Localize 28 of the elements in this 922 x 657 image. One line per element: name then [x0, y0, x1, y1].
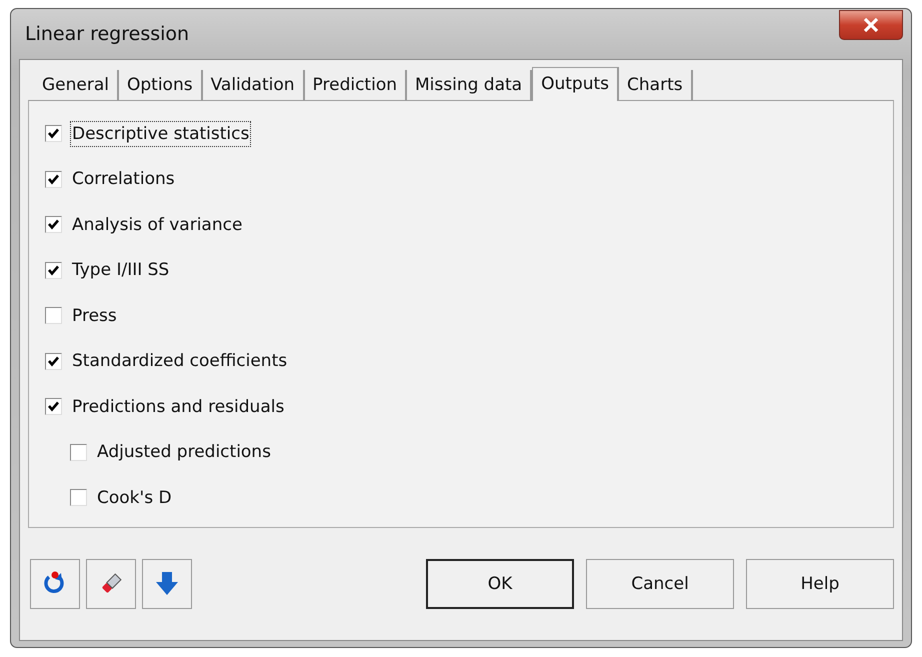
close-button[interactable]: [839, 10, 903, 40]
tab[interactable]: Outputs: [532, 67, 620, 101]
window-title: Linear regression: [25, 23, 190, 45]
dialog-button[interactable]: Cancel: [586, 559, 734, 609]
checkbox[interactable]: [70, 444, 87, 461]
checkbox-label: Correlations: [71, 168, 176, 192]
checkbox-label: Type I/III SS: [71, 259, 170, 282]
checkbox[interactable]: [45, 262, 62, 279]
checkbox-label: Adjusted predictions: [96, 441, 272, 464]
toolbar-button[interactable]: [86, 559, 136, 609]
checkbox[interactable]: [45, 216, 62, 234]
close-icon: [863, 18, 879, 32]
checkbox[interactable]: [70, 489, 87, 506]
dialog-button[interactable]: OK: [426, 559, 574, 609]
checkbox-label: Analysis of variance: [71, 214, 244, 237]
checkbox-label: Predictions and residuals: [71, 396, 286, 419]
dialog-button[interactable]: Help: [746, 559, 894, 609]
toolbar-button[interactable]: [30, 559, 80, 609]
checkbox-label: Cook's D: [96, 486, 173, 510]
checkbox-label: Standardized coefficients: [71, 350, 288, 374]
toolbar-button[interactable]: [142, 559, 192, 609]
checkbox[interactable]: [45, 170, 62, 188]
checkbox-label: Press: [71, 304, 118, 328]
checkbox[interactable]: [45, 352, 62, 370]
checkbox[interactable]: [45, 307, 62, 324]
checkbox-label: Descriptive statistics: [70, 120, 252, 147]
checkbox[interactable]: [45, 398, 62, 416]
checkbox[interactable]: [45, 125, 62, 142]
